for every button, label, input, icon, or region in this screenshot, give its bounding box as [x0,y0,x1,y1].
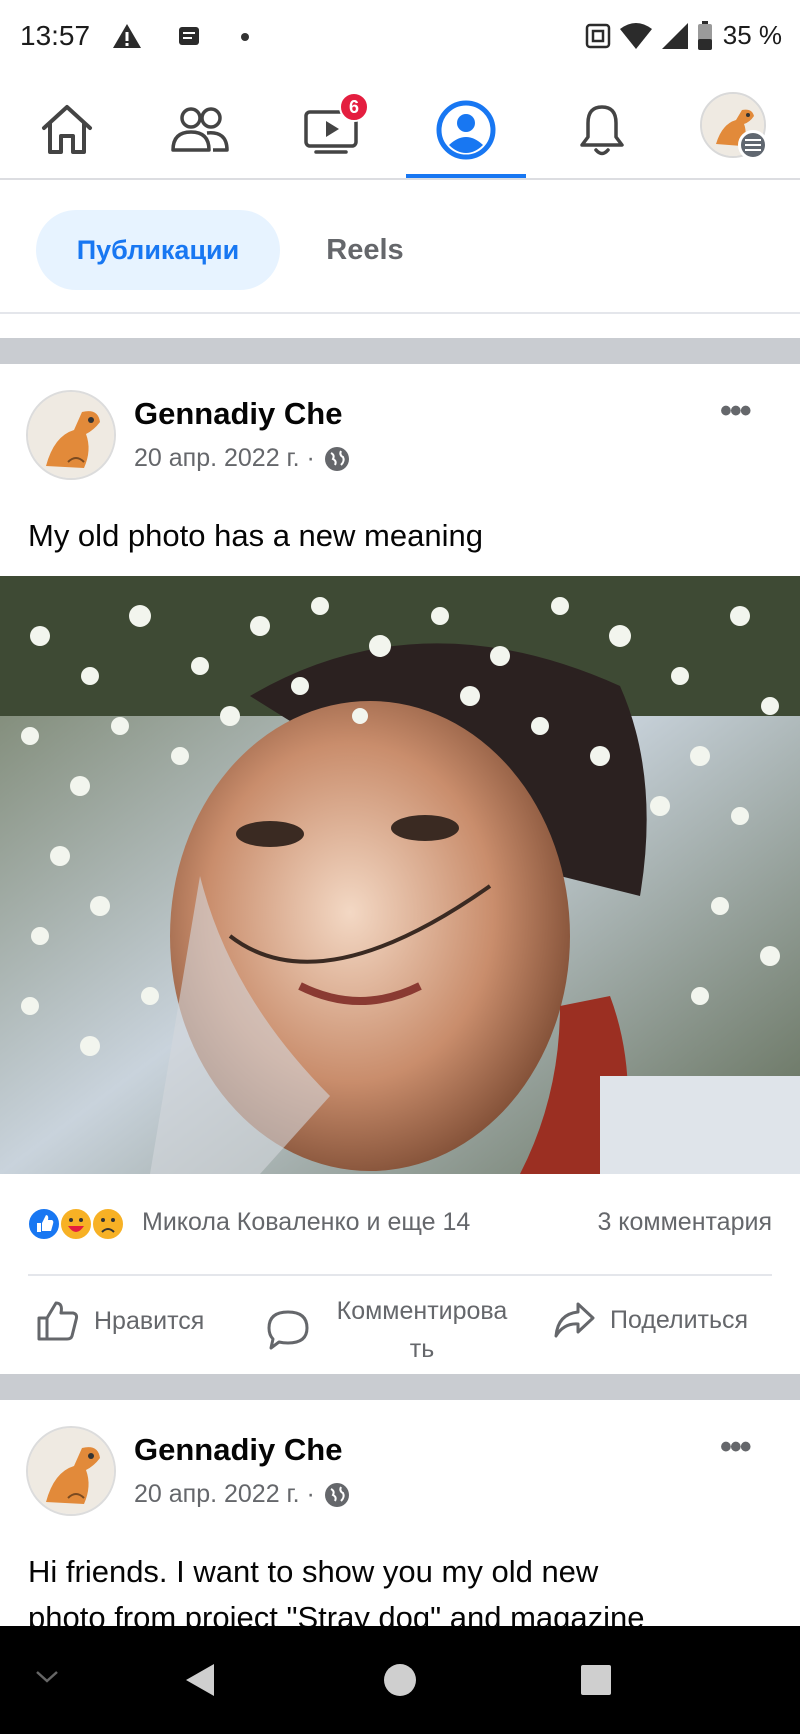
share-label: Поделиться [610,1305,749,1334]
status-bar: 13:57 35 % [0,0,800,76]
comments-count[interactable]: 3 комментария [597,1208,772,1237]
divider [28,1274,772,1276]
more-options-icon[interactable]: ••• [720,1428,752,1467]
battery-icon [697,20,712,50]
video-badge: 6 [339,92,369,122]
reactions-summary[interactable]: Микола Коваленко и еще 14 3 комментария [0,1190,800,1260]
nav-home[interactable] [27,92,107,168]
bell-icon [580,105,624,156]
author-avatar[interactable] [26,1426,116,1516]
top-navigation [0,80,800,180]
message-notification-icon [179,27,199,45]
home-button-icon[interactable] [382,1662,418,1698]
nav-friends[interactable] [160,92,240,168]
dog-avatar-icon [28,1428,114,1514]
post-text-line2: photo from project "Stray dog" and magaz… [28,1600,645,1626]
warning-icon [113,24,141,48]
post-photo[interactable] [0,576,800,1174]
share-button[interactable]: Поделиться [552,1300,748,1340]
post-date[interactable]: 20 апр. 2022 г. · [134,1480,315,1509]
like-icon [37,1301,79,1341]
back-icon[interactable] [184,1662,216,1698]
portrait-photo [0,576,800,1174]
tab-posts[interactable]: Публикации [36,210,280,290]
post-meta: 20 апр. 2022 г. · [134,444,351,473]
author-avatar[interactable] [26,390,116,480]
post-text-line1: Hi friends. I want to show you my old ne… [28,1554,599,1589]
post-author[interactable]: Gennadiy Che [134,396,342,432]
post-text: My old photo has a new meaning [28,518,483,553]
active-tab-indicator [406,174,526,178]
recents-icon[interactable] [580,1664,612,1696]
nav-notifications[interactable] [562,92,642,168]
feed-separator [0,338,800,364]
post-author[interactable]: Gennadiy Che [134,1432,342,1468]
comment-icon [267,1310,309,1350]
share-icon [554,1302,595,1338]
post-actions: Нравится Комментирова ть Поделиться [0,1278,800,1378]
post-date[interactable]: 20 апр. 2022 г. · [134,444,315,473]
like-label: Нравится [94,1306,205,1335]
system-navigation-bar [0,1626,800,1734]
status-time: 13:57 [20,20,91,51]
chevron-down-icon[interactable] [34,1668,60,1686]
home-icon [42,105,92,154]
post-meta: 20 апр. 2022 г. · [134,1480,351,1509]
signal-icon [661,22,688,49]
friends-icon [171,107,229,152]
globe-icon [324,1482,349,1507]
comment-button[interactable]: Комментирова ть [266,1292,522,1368]
nfc-icon [585,23,610,48]
notification-dot [241,33,249,41]
profile-icon [436,100,496,160]
tab-reels[interactable]: Reels [300,210,430,290]
reaction-icons [27,1207,125,1241]
more-options-icon[interactable]: ••• [720,392,752,431]
menu-icon[interactable] [738,130,768,160]
comment-label: Комментирова ть [336,1297,508,1363]
battery-percent: 35 % [722,20,782,50]
profile-tabs: Публикации Reels [0,182,800,314]
feed-separator [0,1374,800,1400]
globe-icon [324,446,349,471]
status-right: 35 % [585,20,782,51]
dog-avatar-icon [28,392,114,478]
nav-profile[interactable] [426,92,506,168]
post-card [0,1400,800,1626]
reactions-text[interactable]: Микола Коваленко и еще 14 [142,1208,470,1237]
like-button[interactable]: Нравится [36,1300,204,1342]
wifi-icon [619,22,652,49]
